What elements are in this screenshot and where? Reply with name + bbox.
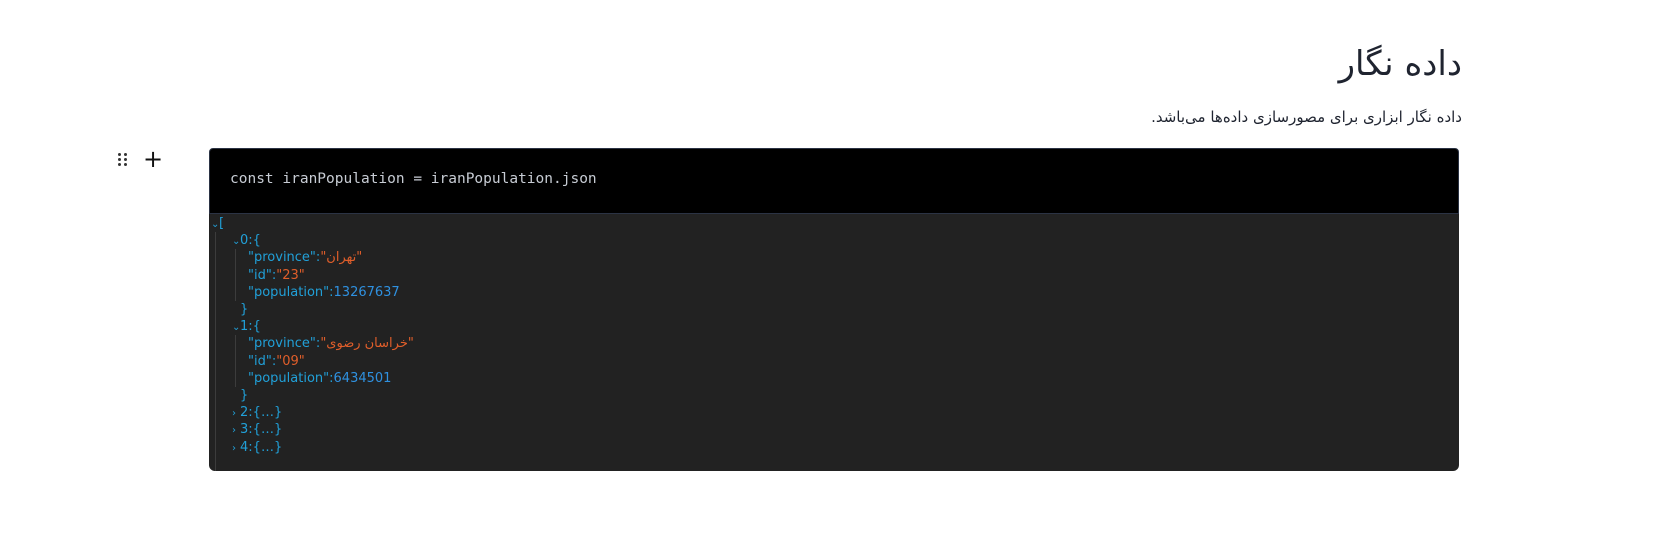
field-value: "23": [276, 267, 305, 283]
close-brace: }: [240, 302, 249, 317]
collapsed-summary[interactable]: {…}: [253, 405, 283, 420]
json-item-row-collapsed: › 2:{…}: [232, 404, 282, 422]
chevron-right-icon[interactable]: ›: [232, 440, 240, 458]
collapsed-summary[interactable]: {…}: [253, 440, 283, 455]
field-value: 6434501: [333, 370, 392, 386]
json-field-row: "id":"23": [248, 267, 305, 285]
cell-toolbar: +: [116, 147, 163, 171]
json-item-row: ⌄0:{: [232, 232, 261, 250]
json-item-row-collapsed: › 4:{…}: [232, 439, 282, 457]
open-brace: {: [252, 233, 261, 249]
open-brace: {: [252, 319, 261, 335]
nesting-guide: [235, 335, 236, 387]
field-value: "09": [276, 353, 305, 369]
close-brace: }: [240, 388, 249, 403]
code-line[interactable]: const iranPopulation = iranPopulation.js…: [230, 171, 597, 187]
nesting-guide: [235, 249, 236, 301]
json-field-row: "population":6434501: [248, 370, 391, 388]
json-field-row: "province":"خراسان رضوی": [248, 335, 414, 353]
add-cell-button[interactable]: +: [143, 147, 163, 171]
json-item-close-row: }: [232, 301, 248, 319]
chevron-down-icon[interactable]: ⌄: [232, 233, 240, 251]
field-key: "population": [248, 370, 330, 386]
open-bracket: [: [219, 216, 225, 231]
json-output-viewer: ⌄[⌄0:{"province":"تهران" "id":"23" "popula…: [209, 214, 1459, 471]
json-field-row: "id":"09": [248, 353, 305, 371]
code-cell-editor[interactable]: const iranPopulation = iranPopulation.js…: [209, 148, 1459, 214]
field-value: 13267637: [333, 284, 400, 300]
nesting-guide: [215, 232, 216, 471]
chevron-down-icon[interactable]: ⌄: [232, 319, 240, 337]
drag-handle-icon[interactable]: [116, 151, 129, 168]
field-key: "id": [248, 267, 272, 283]
page-title: داده نگار: [1338, 44, 1462, 84]
field-value: "تهران": [320, 250, 363, 266]
field-key: "population": [248, 284, 330, 300]
field-key: "province": [248, 336, 316, 352]
field-value: "خراسان رضوی": [320, 336, 414, 352]
page-subtitle: داده نگار ابزاری برای مصورسازی داده‌ها م…: [1151, 108, 1462, 126]
field-key: "id": [248, 353, 272, 369]
json-field-row: "population":13267637: [248, 284, 400, 302]
field-key: "province": [248, 250, 316, 266]
collapsed-summary[interactable]: {…}: [253, 422, 283, 437]
json-item-row: ⌄1:{: [232, 318, 261, 336]
json-item-close-row: }: [232, 387, 248, 405]
json-field-row: "province":"تهران": [248, 249, 362, 267]
json-root-row: ⌄[: [211, 215, 224, 233]
json-item-row-collapsed: › 3:{…}: [232, 421, 282, 439]
